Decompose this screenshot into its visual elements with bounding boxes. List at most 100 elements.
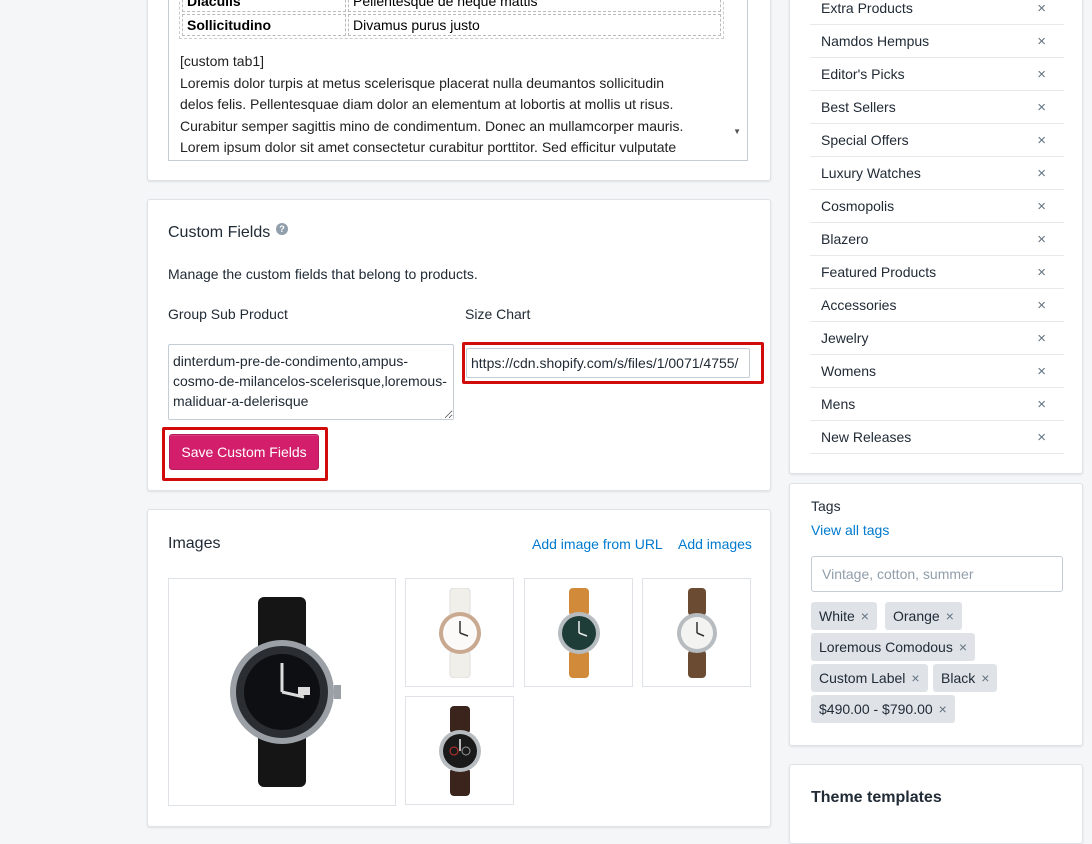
remove-collection-icon[interactable]: × [1037,355,1046,388]
collection-item: Best Sellers × [810,91,1064,124]
remove-tag-icon[interactable]: × [981,670,989,686]
tags-label: Tags [811,498,841,514]
description-line: [custom tab1] [180,53,265,69]
table-cell-value: Divamus purus justo [348,14,721,36]
description-editor[interactable]: Diaculis Pellentesque de neque mattis So… [168,0,748,161]
tags-input[interactable] [811,556,1063,592]
tags-card: Tags View all tags White × Orange × Loremo… [789,483,1083,746]
remove-collection-icon[interactable]: × [1037,58,1046,91]
collection-label: Extra Products [821,0,913,16]
remove-collection-icon[interactable]: × [1037,91,1046,124]
watch-black-image [230,597,341,787]
group-sub-product-textarea[interactable] [168,344,454,420]
watch-darkbrown-image [438,705,481,796]
watch-white-image [438,587,481,678]
collection-label: Featured Products [821,264,937,280]
tag-label: $490.00 - $790.00 [819,701,933,717]
description-line: delos felis. Pellentesquae diam dolor an… [180,96,674,112]
remove-collection-icon[interactable]: × [1037,322,1046,355]
tag-label: Orange [893,608,940,624]
tag-chip: $490.00 - $790.00 × [811,695,955,723]
collection-label: Mens [821,396,856,412]
theme-templates-title: Theme templates [811,789,942,806]
images-title: Images [168,535,221,552]
collection-item: Special Offers × [810,124,1064,157]
remove-collection-icon[interactable]: × [1037,223,1046,256]
product-image-thumbnail[interactable] [405,696,514,805]
collection-label: Blazero [821,231,869,247]
collection-item: Luxury Watches × [810,157,1064,190]
collection-label: Best Sellers [821,99,896,115]
collection-label: Namdos Hempus [821,33,930,49]
remove-collection-icon[interactable]: × [1037,157,1046,190]
product-image-thumbnail[interactable] [642,578,751,687]
tag-label: Loremous Comodous [819,639,953,655]
remove-collection-icon[interactable]: × [1037,388,1046,421]
remove-collection-icon[interactable]: × [1037,0,1046,25]
save-custom-fields-button[interactable]: Save Custom Fields [169,434,319,470]
custom-fields-description: Manage the custom fields that belong to … [168,266,478,282]
group-sub-product-label: Group Sub Product [168,306,288,322]
description-card: Diaculis Pellentesque de neque mattis So… [147,0,771,181]
tag-chip: White × [811,602,877,630]
description-line: Loremis dolor turpis at metus scelerisqu… [180,74,665,91]
remove-tag-icon[interactable]: × [911,670,919,686]
collection-item: Womens × [810,355,1064,388]
view-all-tags-link[interactable]: View all tags [811,522,889,538]
tag-chip: Black × [933,664,998,692]
table-cell-key: Diaculis [182,0,346,12]
table-cell-value: Pellentesque de neque mattis [348,0,721,12]
add-images-link[interactable]: Add images [678,536,752,552]
tag-label: White [819,608,855,624]
table-row: Diaculis Pellentesque de neque mattis [182,0,721,12]
collection-item: New Releases × [810,421,1064,454]
tag-chip: Custom Label × [811,664,928,692]
collection-label: Special Offers [821,132,909,148]
custom-fields-title: Custom Fields [168,224,271,241]
description-text: [custom tab1] Loremis dolor turpis at me… [180,51,736,159]
remove-collection-icon[interactable]: × [1037,289,1046,322]
remove-collection-icon[interactable]: × [1037,124,1046,157]
question-circle-icon[interactable]: ? [276,223,288,235]
collection-item: Extra Products × [810,0,1064,25]
collection-label: New Releases [821,429,912,445]
collection-item: Editor's Picks × [810,58,1064,91]
collection-item: Featured Products × [810,256,1064,289]
remove-tag-icon[interactable]: × [861,608,869,624]
tag-label: Custom Label [819,670,906,686]
collection-label: Cosmopolis [821,198,895,214]
remove-collection-icon[interactable]: × [1037,25,1046,58]
theme-templates-card: Theme templates [789,764,1083,844]
collection-label: Jewelry [821,330,869,346]
tag-chip: Loremous Comodous × [811,633,976,661]
collections-card: Extra Products × Namdos Hempus × Editor's … [789,0,1083,474]
remove-collection-icon[interactable]: × [1037,421,1046,454]
watch-tan-image [557,587,600,678]
custom-fields-card: Custom Fields ? Manage the custom fields… [147,199,771,491]
images-card: Images Add image from URL Add images [147,509,771,827]
table-cell-key: Sollicitudino [182,14,346,36]
remove-tag-icon[interactable]: × [939,701,947,717]
product-image-thumbnail[interactable] [524,578,633,687]
collection-item: Blazero × [810,223,1064,256]
collection-label: Accessories [821,297,897,313]
product-image-main[interactable] [168,578,396,806]
remove-collection-icon[interactable]: × [1037,256,1046,289]
product-image-thumbnail[interactable] [405,578,514,687]
collection-label: Womens [821,363,876,379]
collection-item: Cosmopolis × [810,190,1064,223]
collection-label: Editor's Picks [821,66,905,82]
collection-item: Mens × [810,388,1064,421]
collection-item: Accessories × [810,289,1064,322]
description-line: Curabitur semper sagittis mino de condim… [180,117,684,134]
size-chart-input[interactable] [466,348,750,378]
collection-label: Luxury Watches [821,165,921,181]
remove-tag-icon[interactable]: × [959,639,967,655]
tag-label: Black [941,670,976,686]
description-line: Lorem ipsum dolor sit amet consectetur c… [180,139,677,155]
remove-tag-icon[interactable]: × [946,608,954,624]
scroll-down-arrow-icon[interactable]: ▼ [733,127,741,136]
remove-collection-icon[interactable]: × [1037,190,1046,223]
tag-chip: Orange × [885,602,962,630]
add-image-from-url-link[interactable]: Add image from URL [532,536,663,552]
